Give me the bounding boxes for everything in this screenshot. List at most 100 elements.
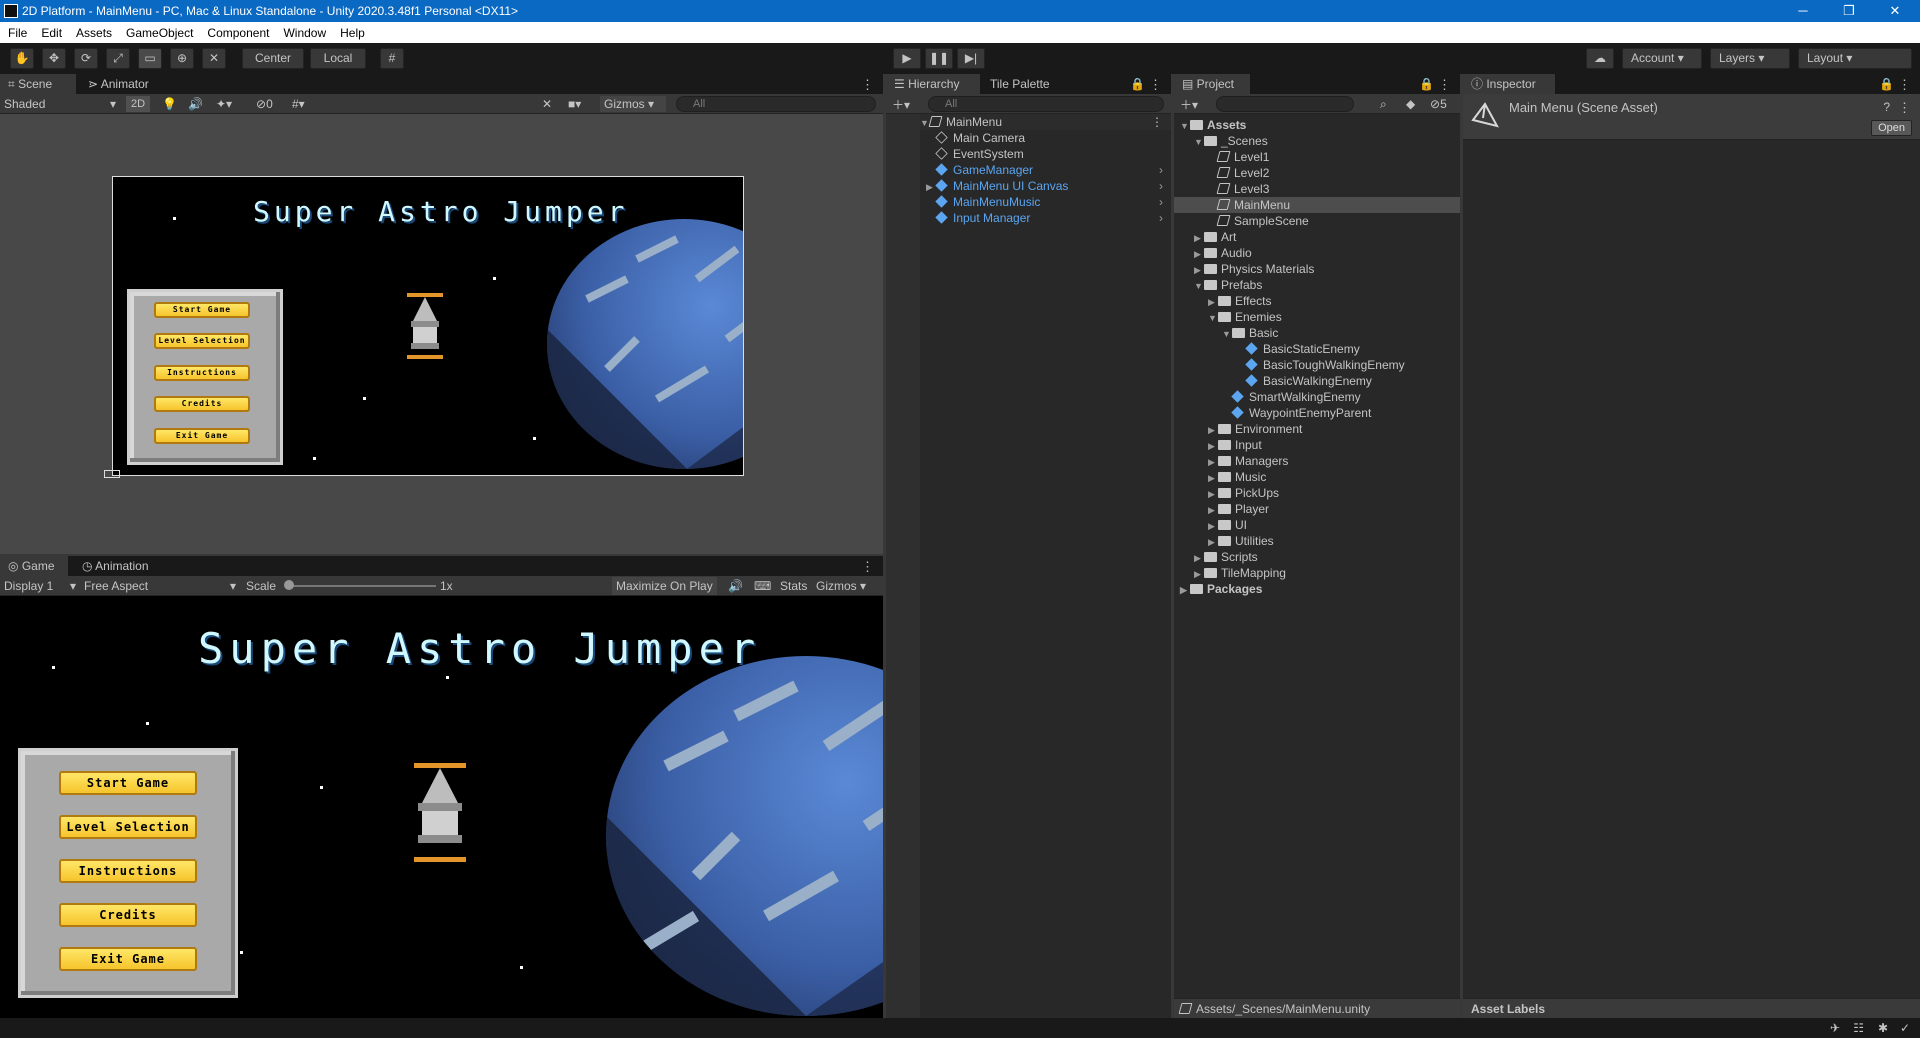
expand-arrow-icon[interactable]: ▶ — [1208, 502, 1218, 518]
expand-arrow-icon[interactable]: ▶ — [1208, 470, 1218, 486]
layers-dropdown[interactable]: Layers ▾ — [1710, 48, 1790, 69]
project-tree-item[interactable]: ▼ Assets — [1174, 117, 1460, 133]
scale-tool-icon[interactable]: ⤢ — [106, 48, 130, 69]
hierarchy-root-scene[interactable]: ▼ MainMenu ⋮ — [920, 114, 1171, 130]
expand-arrow-icon[interactable]: ▶ — [1194, 246, 1204, 262]
project-tree-item[interactable]: ▶ Audio — [1174, 245, 1460, 261]
project-tree-item[interactable]: ▼ Basic — [1174, 325, 1460, 341]
grid-snap-icon[interactable]: # — [380, 48, 404, 69]
game-gizmos-dropdown[interactable]: Gizmos ▾ — [816, 579, 880, 593]
expand-arrow-icon[interactable]: ▶ — [1194, 262, 1204, 278]
cloud-icon[interactable]: ☁ — [1586, 48, 1614, 69]
project-tree-item[interactable]: Level1 — [1174, 149, 1460, 165]
project-tree-item[interactable]: ▶ Art — [1174, 229, 1460, 245]
grid-icon[interactable]: #▾ — [292, 97, 305, 111]
hierarchy-item[interactable]: Input Manager › — [926, 210, 1171, 226]
transform-tool-icon[interactable]: ⊕ — [170, 48, 194, 69]
project-tree-item[interactable]: ▼ _Scenes — [1174, 133, 1460, 149]
project-tree-item[interactable]: ▶ Utilities — [1174, 533, 1460, 549]
menu-component[interactable]: Component — [207, 26, 269, 40]
hierarchy-item[interactable]: GameManager › — [926, 162, 1171, 178]
project-tree-item[interactable]: ▶ Input — [1174, 437, 1460, 453]
prefab-open-chevron-icon[interactable]: › — [1159, 162, 1163, 178]
instructions-button[interactable]: Instructions — [59, 859, 197, 883]
prefab-open-chevron-icon[interactable]: › — [1159, 194, 1163, 210]
tools-icon[interactable]: ✕ — [542, 97, 552, 111]
scene-search-input[interactable]: All — [676, 96, 876, 112]
hierarchy-search-input[interactable]: All — [928, 96, 1164, 112]
project-search-input[interactable] — [1216, 96, 1354, 112]
project-tree-item[interactable]: ▶ Scripts — [1174, 549, 1460, 565]
exit-game-button[interactable]: Exit Game — [59, 947, 197, 971]
camera-icon[interactable]: ■▾ — [568, 97, 581, 111]
project-menu-icon[interactable]: ⋮ — [1438, 77, 1451, 93]
help-icon[interactable]: ? — [1883, 100, 1890, 114]
project-tree-item[interactable]: SampleScene — [1174, 213, 1460, 229]
mute-audio-icon[interactable]: 🔊 — [728, 579, 743, 593]
project-tree-item[interactable]: ▶ TileMapping — [1174, 565, 1460, 581]
expand-arrow-icon[interactable]: ▼ — [1208, 310, 1218, 326]
project-tree-item[interactable]: ▶ Effects — [1174, 293, 1460, 309]
hierarchy-menu-icon[interactable]: ⋮ — [1149, 77, 1162, 93]
game-view[interactable]: Super Astro Jumper Start Game Level Sele… — [0, 596, 883, 1018]
project-tree-item[interactable]: ▶ Physics Materials — [1174, 261, 1460, 277]
hand-tool-icon[interactable]: ✋ — [10, 48, 34, 69]
expand-arrow-icon[interactable]: ▶ — [1208, 534, 1218, 550]
lock-icon[interactable]: 🔒 — [1130, 77, 1145, 91]
menu-file[interactable]: File — [8, 26, 27, 40]
pivot-local-button[interactable]: Local — [310, 48, 366, 69]
expand-arrow-icon[interactable]: ▶ — [1208, 438, 1218, 454]
tab-tile-palette[interactable]: Tile Palette — [982, 74, 1072, 94]
layout-dropdown[interactable]: Layout ▾ — [1798, 48, 1912, 69]
tab-animation[interactable]: ◷ Animation — [74, 556, 170, 576]
maximize-on-play-toggle[interactable]: Maximize On Play — [612, 577, 717, 595]
project-tree-item[interactable]: Level3 — [1174, 181, 1460, 197]
filter-label-icon[interactable]: ◆ — [1406, 97, 1415, 111]
tab-game[interactable]: ◎ Game — [0, 556, 68, 576]
scale-slider[interactable] — [286, 585, 436, 587]
menu-help[interactable]: Help — [340, 26, 365, 40]
custom-tool-icon[interactable]: ✕ — [202, 48, 226, 69]
project-tree-item[interactable]: ▶ UI — [1174, 517, 1460, 533]
project-create-button[interactable]: ＋▾ — [1180, 96, 1198, 113]
hierarchy-item[interactable]: EventSystem — [926, 146, 1171, 162]
tab-animator[interactable]: ⋗ Animator — [80, 74, 170, 94]
menu-window[interactable]: Window — [283, 26, 326, 40]
expand-arrow-icon[interactable]: ▶ — [1208, 422, 1218, 438]
pivot-center-button[interactable]: Center — [242, 48, 304, 69]
project-tree-item[interactable]: BasicStaticEnemy — [1174, 341, 1460, 357]
auto-generate-lighting-icon[interactable]: ✈ — [1830, 1021, 1840, 1035]
aspect-dropdown[interactable]: Free Aspect ▾ — [84, 579, 236, 593]
expand-arrow-icon[interactable]: ▶ — [926, 179, 936, 195]
audio-icon[interactable]: 🔊 — [188, 97, 203, 111]
move-tool-icon[interactable]: ✥ — [42, 48, 66, 69]
project-tree-item[interactable]: ▶ Packages — [1174, 581, 1460, 597]
prefab-open-chevron-icon[interactable]: › — [1159, 178, 1163, 194]
hierarchy-item[interactable]: Main Camera — [926, 130, 1171, 146]
gizmos-dropdown[interactable]: Gizmos ▾ — [600, 96, 666, 112]
start-game-button[interactable]: Start Game — [59, 771, 197, 795]
project-tree-item[interactable]: ▶ Environment — [1174, 421, 1460, 437]
expand-arrow-icon[interactable]: ▼ — [1194, 134, 1204, 150]
level-selection-button[interactable]: Level Selection — [59, 815, 197, 839]
expand-arrow-icon[interactable]: ▼ — [1222, 326, 1232, 342]
close-button[interactable]: ✕ — [1872, 0, 1918, 22]
expand-arrow-icon[interactable]: ▶ — [1208, 454, 1218, 470]
inspector-menu-icon[interactable]: ⋮ — [1898, 77, 1911, 93]
tab-inspector[interactable]: ⓘ Inspector — [1463, 74, 1555, 94]
expand-arrow-icon[interactable]: ▶ — [1208, 518, 1218, 534]
rect-handle[interactable] — [104, 470, 120, 478]
asset-labels-bar[interactable]: Asset Labels — [1463, 998, 1920, 1018]
project-lock-icon[interactable]: 🔒 — [1419, 77, 1434, 91]
lighting-icon[interactable]: 💡 — [162, 97, 177, 111]
tab-project[interactable]: ▤ Project — [1174, 74, 1250, 94]
create-button[interactable]: ＋▾ — [892, 96, 910, 113]
cache-server-icon[interactable]: ☷ — [1853, 1021, 1864, 1035]
expand-arrow-icon[interactable]: ▶ — [1194, 566, 1204, 582]
rect-tool-icon[interactable]: ▭ — [138, 48, 162, 69]
shading-mode-dropdown[interactable]: Shaded ▾ — [4, 97, 116, 111]
project-tree-item[interactable]: ▶ Player — [1174, 501, 1460, 517]
tab-scene[interactable]: ⌗ Scene — [0, 74, 76, 94]
keyboard-icon[interactable]: ⌨ — [754, 579, 771, 593]
project-tree-item[interactable]: ▼ Prefabs — [1174, 277, 1460, 293]
